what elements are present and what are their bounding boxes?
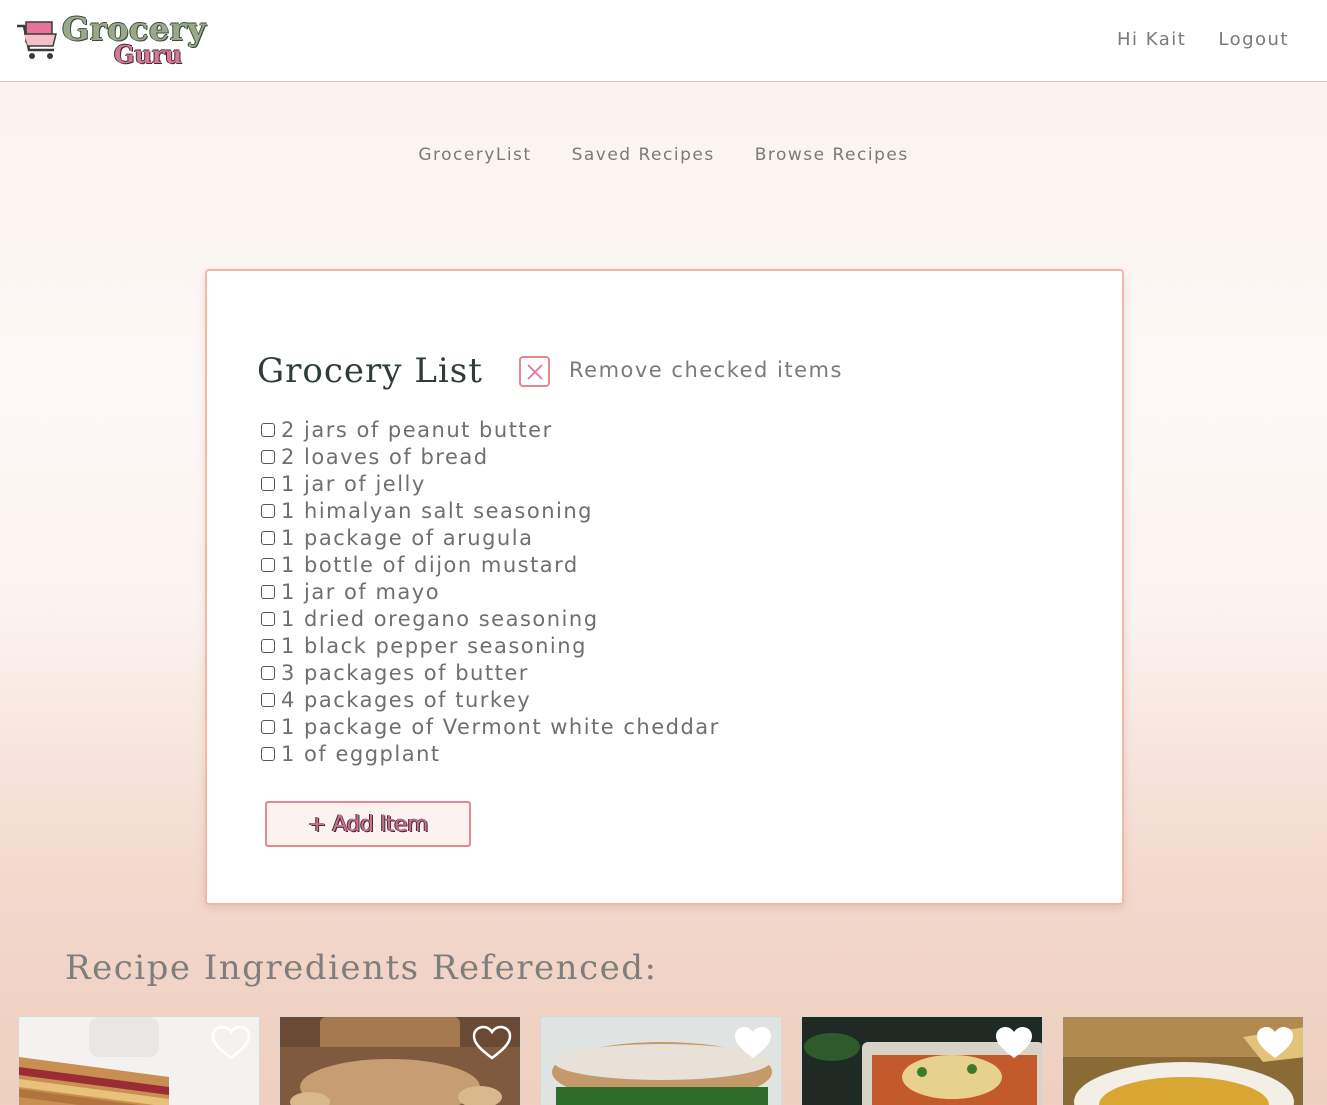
item-text: 1 black pepper seasoning — [281, 633, 587, 658]
recipe-card-eggplant[interactable] — [801, 1016, 1043, 1105]
heart-filled-icon[interactable] — [1255, 1025, 1295, 1061]
logout-link[interactable]: Logout — [1218, 29, 1289, 50]
item-checkbox[interactable] — [261, 746, 275, 761]
nav-grocery-list[interactable]: GroceryList — [418, 145, 531, 165]
heart-filled-icon[interactable] — [994, 1025, 1034, 1061]
item-text: 1 jar of jelly — [281, 471, 426, 496]
list-item: 1 himalyan salt seasoning — [261, 497, 720, 524]
item-text: 1 bottle of dijon mustard — [281, 552, 579, 577]
item-checkbox[interactable] — [261, 611, 275, 626]
item-checkbox[interactable] — [261, 692, 275, 707]
nav-saved-recipes[interactable]: Saved Recipes — [572, 145, 715, 165]
recipes-referenced-title: Recipe Ingredients Referenced: — [65, 948, 658, 988]
add-item-button[interactable]: + Add Item — [265, 801, 471, 847]
item-text: 3 packages of butter — [281, 660, 529, 685]
item-checkbox[interactable] — [261, 557, 275, 572]
item-text: 1 himalyan salt seasoning — [281, 498, 593, 523]
item-text: 1 of eggplant — [281, 741, 441, 766]
greeting-link[interactable]: Hi Kait — [1117, 29, 1186, 50]
top-header: Grocery Guru Hi Kait Logout — [0, 0, 1327, 82]
recipe-card-turkey-sandwich[interactable] — [540, 1016, 782, 1105]
recipe-card-peanut-butter[interactable] — [279, 1016, 521, 1105]
add-item-label: + Add Item — [307, 811, 429, 837]
list-item: 4 packages of turkey — [261, 686, 720, 713]
heart-outline-icon[interactable] — [211, 1025, 251, 1061]
list-item: 1 package of arugula — [261, 524, 720, 551]
item-text: 1 package of arugula — [281, 525, 534, 550]
list-item: 1 black pepper seasoning — [261, 632, 720, 659]
heart-filled-icon[interactable] — [733, 1025, 773, 1061]
remove-checked-button[interactable] — [519, 356, 550, 387]
item-checkbox[interactable] — [261, 476, 275, 491]
logo-text-bottom: Guru — [114, 40, 183, 69]
grocery-items-list: 2 jars of peanut butter 2 loaves of brea… — [261, 416, 720, 767]
item-text: 1 package of Vermont white cheddar — [281, 714, 720, 739]
item-text: 2 loaves of bread — [281, 444, 489, 469]
recipe-card-pasta[interactable] — [1062, 1016, 1304, 1105]
item-text: 1 jar of mayo — [281, 579, 441, 604]
grocery-list-title: Grocery List — [257, 351, 483, 391]
heart-outline-icon[interactable] — [472, 1025, 512, 1061]
item-text: 4 packages of turkey — [281, 687, 532, 712]
list-item: 1 jar of mayo — [261, 578, 720, 605]
section-nav: GroceryList Saved Recipes Browse Recipes — [0, 145, 1327, 165]
shopping-cart-icon — [17, 21, 57, 59]
list-item: 1 of eggplant — [261, 740, 720, 767]
item-checkbox[interactable] — [261, 665, 275, 680]
list-item: 2 loaves of bread — [261, 443, 720, 470]
grocery-list-card: Grocery List Remove checked items 2 jars… — [205, 269, 1124, 905]
item-checkbox[interactable] — [261, 422, 275, 437]
list-item: 1 bottle of dijon mustard — [261, 551, 720, 578]
list-item: 2 jars of peanut butter — [261, 416, 720, 443]
remove-checked-label: Remove checked items — [569, 358, 843, 382]
item-checkbox[interactable] — [261, 503, 275, 518]
item-checkbox[interactable] — [261, 449, 275, 464]
list-item: 1 package of Vermont white cheddar — [261, 713, 720, 740]
grocery-guru-logo[interactable]: Grocery Guru — [14, 10, 224, 70]
close-icon — [526, 363, 543, 380]
top-nav: Hi Kait Logout — [1117, 29, 1289, 50]
item-checkbox[interactable] — [261, 638, 275, 653]
item-checkbox[interactable] — [261, 584, 275, 599]
item-text: 1 dried oregano seasoning — [281, 606, 599, 631]
item-text: 2 jars of peanut butter — [281, 417, 553, 442]
item-checkbox[interactable] — [261, 719, 275, 734]
nav-browse-recipes[interactable]: Browse Recipes — [755, 145, 909, 165]
list-item: 1 dried oregano seasoning — [261, 605, 720, 632]
recipe-card-pbj[interactable] — [18, 1016, 260, 1105]
list-item: 3 packages of butter — [261, 659, 720, 686]
list-item: 1 jar of jelly — [261, 470, 720, 497]
item-checkbox[interactable] — [261, 530, 275, 545]
